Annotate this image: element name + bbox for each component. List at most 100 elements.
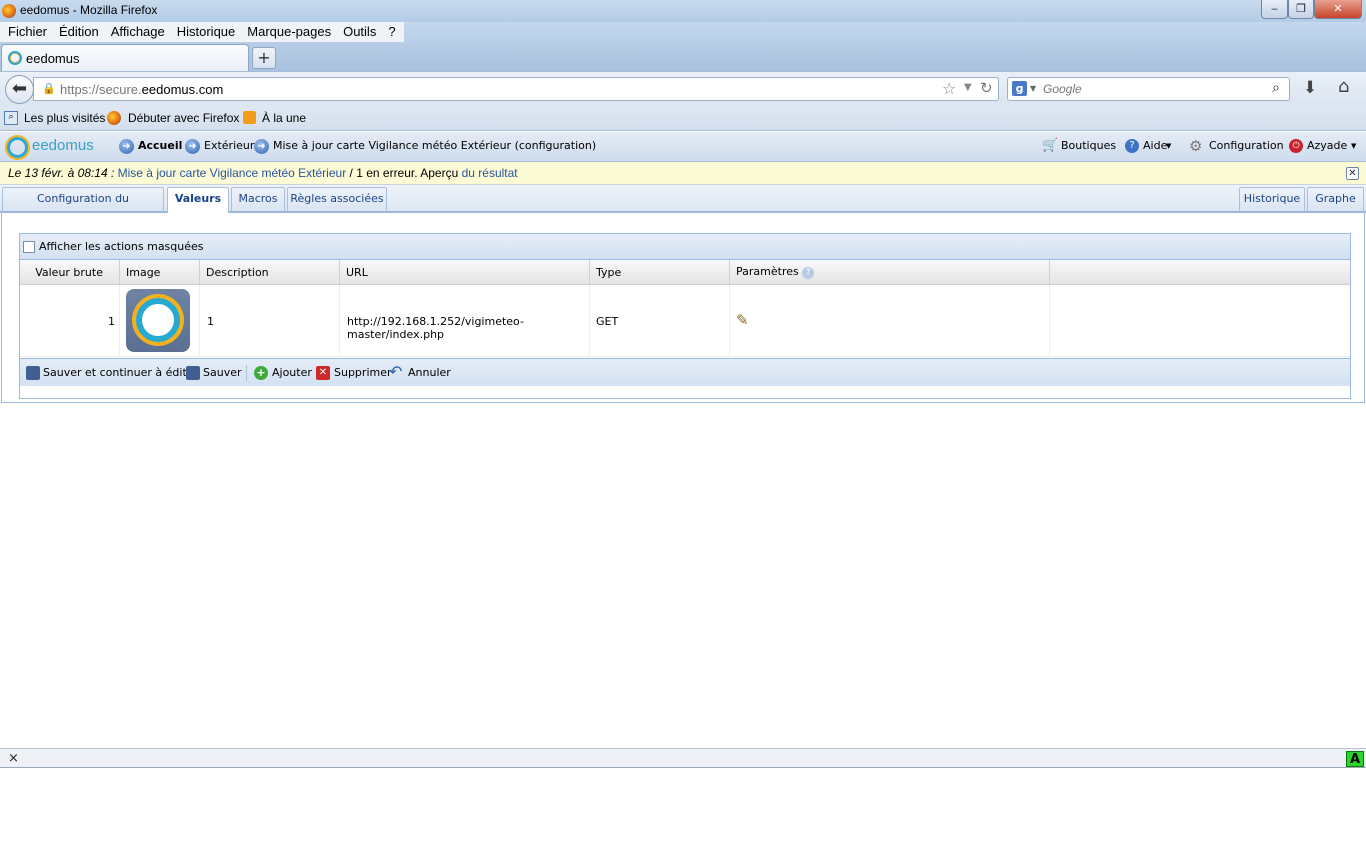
tab-regles[interactable]: Règles associées <box>287 187 387 211</box>
bookmarks-bar: ⌕ Les plus visités Débuter avec Firefox … <box>0 105 1366 131</box>
cell-raw-value: 1 <box>108 315 115 328</box>
tab-valeurs[interactable]: Valeurs <box>167 187 229 213</box>
search-placeholder: Google <box>1043 82 1082 96</box>
navigation-bar: 🔒 https://secure.eedomus.com ☆ ▼ ↻ ⬅ g ▼… <box>0 71 1366 105</box>
addon-bar: × A <box>0 748 1366 768</box>
info-icon: ? <box>802 267 815 279</box>
grid-toolbar: Afficher les actions masquées <box>20 234 1350 260</box>
bookmark-star-icon[interactable]: ☆ <box>942 79 956 98</box>
panel-tabs: Configuration du périphérique Valeurs Ma… <box>0 185 1366 227</box>
search-engine-dropdown-icon[interactable]: ▼ <box>1030 84 1036 93</box>
col-image[interactable]: Image <box>120 260 200 284</box>
home-icon[interactable]: ⌂ <box>1338 76 1349 97</box>
nav-arrow-icon: ➜ <box>254 139 269 154</box>
col-parameters[interactable]: Paramètres ? <box>730 260 1050 284</box>
back-button[interactable]: ⬅ <box>5 75 34 104</box>
most-visited-icon: ⌕ <box>4 111 18 125</box>
back-arrow-icon: ⬅ <box>11 78 28 99</box>
delete-button[interactable]: Supprimer <box>334 366 392 379</box>
add-icon: + <box>254 366 268 380</box>
close-window-button[interactable]: ✕ <box>1314 0 1362 19</box>
power-icon: ⏻ <box>1289 139 1303 153</box>
delete-icon: ✕ <box>316 366 330 380</box>
save-icon <box>186 366 200 380</box>
breadcrumb-exterieur[interactable]: Extérieur <box>204 139 254 152</box>
save-button[interactable]: Sauver <box>203 366 242 379</box>
url-bar[interactable]: 🔒 https://secure.eedomus.com ☆ ▼ ↻ <box>33 77 999 101</box>
value-image[interactable] <box>126 289 190 352</box>
minimize-button[interactable]: ‒ <box>1261 0 1288 19</box>
app-header: eedomus ➜ Accueil ➜ Extérieur ➜ Mise à j… <box>0 132 1366 162</box>
cancel-button[interactable]: Annuler <box>408 366 451 379</box>
firefox-icon <box>2 4 16 18</box>
tab-title: eedomus <box>26 51 80 66</box>
cart-icon: 🛒 <box>1042 138 1059 153</box>
reload-icon[interactable]: ↻ <box>980 79 993 97</box>
help-menu[interactable]: Aide <box>1143 139 1167 152</box>
close-addon-bar-icon[interactable]: × <box>8 751 19 766</box>
firefox-bookmark-icon <box>107 111 121 125</box>
table-row[interactable]: 1 1 http://192.168.1.252/vigimeteo-maste… <box>20 285 1350 357</box>
bookmark-most-visited[interactable]: Les plus visités <box>24 111 105 125</box>
favicon-icon <box>8 51 22 65</box>
window-title: eedomus - Mozilla Firefox <box>20 3 158 17</box>
eedomus-ring-icon <box>136 298 180 342</box>
menu-marque-pages[interactable]: Marque-pages <box>241 22 337 42</box>
menu-edition[interactable]: Édition <box>53 22 105 42</box>
alert-device-link[interactable]: Mise à jour carte Vigilance météo Extéri… <box>118 166 347 180</box>
nav-arrow-icon: ➜ <box>119 139 134 154</box>
window-titlebar: eedomus - Mozilla Firefox ‒ ❐ ✕ <box>0 0 1366 22</box>
tab-historique[interactable]: Historique <box>1239 187 1305 211</box>
bookmark-a-la-une[interactable]: À la une <box>262 111 306 125</box>
download-icon[interactable]: ⬇ <box>1303 78 1317 98</box>
alert-result-link[interactable]: du résultat <box>462 166 518 180</box>
menu-affichage[interactable]: Affichage <box>105 22 171 42</box>
configuration-link[interactable]: Configuration <box>1209 139 1284 152</box>
history-dropdown-icon[interactable]: ▼ <box>964 82 972 93</box>
bookmark-getting-started[interactable]: Débuter avec Firefox <box>128 111 239 125</box>
app-logo[interactable]: eedomus <box>32 137 94 154</box>
save-continue-button[interactable]: Sauver et continuer à éditer <box>43 366 198 379</box>
col-type[interactable]: Type <box>590 260 730 284</box>
menu-historique[interactable]: Historique <box>171 22 242 42</box>
show-hidden-checkbox[interactable] <box>23 241 35 253</box>
alert-message: Le 13 févr. à 08:14 : Mise à jour carte … <box>8 166 518 180</box>
alert-bar: Le 13 févr. à 08:14 : Mise à jour carte … <box>0 162 1366 185</box>
menu-help[interactable]: ? <box>382 22 401 42</box>
alert-close-icon[interactable]: ✕ <box>1346 167 1359 180</box>
browser-tab-eedomus[interactable]: eedomus <box>1 44 249 71</box>
new-tab-button[interactable]: + <box>252 47 276 69</box>
tab-configuration[interactable]: Configuration du périphérique <box>2 187 164 227</box>
cell-type: GET <box>596 315 619 328</box>
url-text: https://secure.eedomus.com <box>60 82 224 97</box>
rss-icon <box>243 111 256 124</box>
values-grid: Afficher les actions masquées Valeur bru… <box>19 233 1351 399</box>
search-icon[interactable]: ⌕ <box>1272 80 1280 96</box>
save-continue-icon <box>26 366 40 380</box>
edit-pencil-icon[interactable]: ✎ <box>736 311 749 329</box>
grid-header: Valeur brute Image Description URL Type … <box>20 260 1350 285</box>
tab-macros[interactable]: Macros <box>231 187 285 211</box>
gear-icon: ⚙ <box>1189 137 1203 155</box>
col-raw-value[interactable]: Valeur brute <box>20 260 120 284</box>
cell-url: http://192.168.1.252/vigimeteo-master/in… <box>347 315 524 341</box>
shops-link[interactable]: Boutiques <box>1061 139 1116 152</box>
user-menu[interactable]: Azyade <box>1307 139 1347 152</box>
search-input[interactable]: g ▼ Google ⌕ <box>1007 77 1290 101</box>
undo-icon: ↶ <box>389 362 403 381</box>
col-description[interactable]: Description <box>200 260 340 284</box>
breadcrumb-home[interactable]: Accueil <box>138 139 182 152</box>
menu-outils[interactable]: Outils <box>337 22 382 42</box>
add-button[interactable]: Ajouter <box>272 366 312 379</box>
help-dropdown-icon[interactable]: ▼ <box>1166 142 1171 150</box>
menu-fichier[interactable]: Fichier <box>2 22 53 42</box>
lock-icon: 🔒 <box>42 82 56 95</box>
maximize-button[interactable]: ❐ <box>1288 0 1314 19</box>
tab-graphe[interactable]: Graphe <box>1307 187 1364 211</box>
eedomus-logo-icon <box>7 137 28 158</box>
user-dropdown-icon[interactable]: ▼ <box>1351 142 1356 150</box>
breadcrumb-device[interactable]: Mise à jour carte Vigilance météo Extéri… <box>273 139 596 152</box>
cell-description: 1 <box>207 315 214 328</box>
addon-icon[interactable]: A <box>1346 751 1364 767</box>
col-url[interactable]: URL <box>340 260 590 284</box>
